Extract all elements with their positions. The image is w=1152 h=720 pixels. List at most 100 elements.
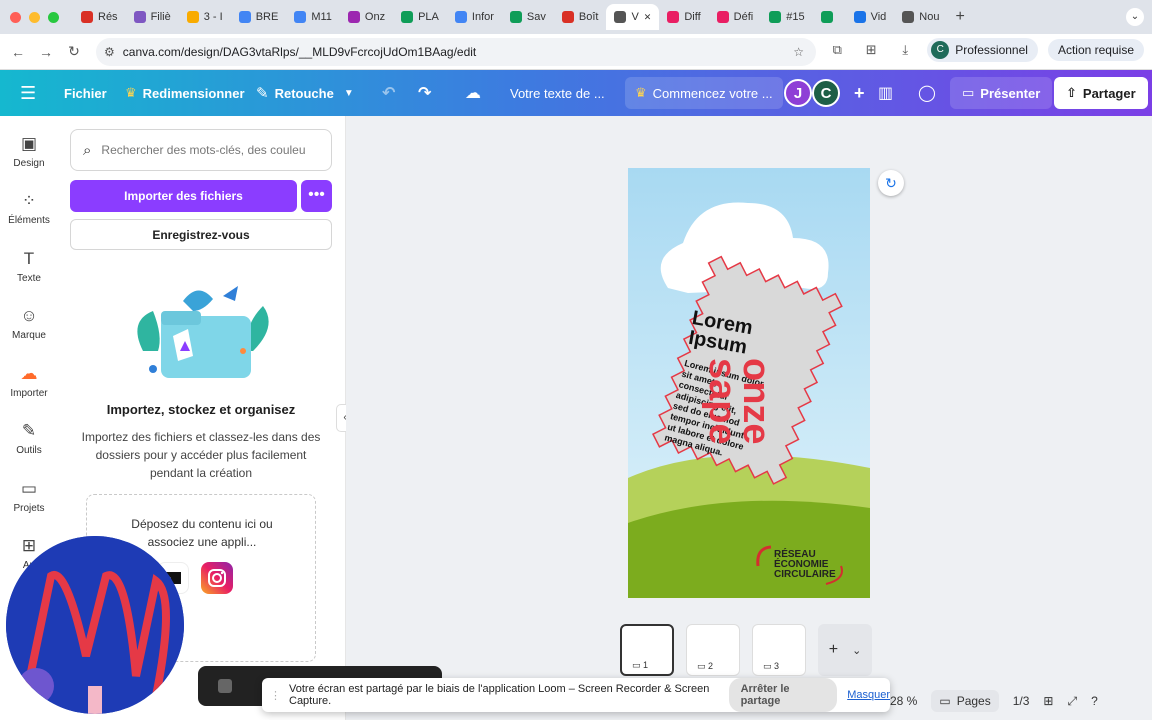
page-thumb-3[interactable]: ▭ 3 — [752, 624, 806, 676]
design-title-field[interactable]: Votre texte de ... — [510, 70, 605, 116]
stop-sharing-button[interactable]: Arrêter le partage — [728, 678, 838, 712]
fullscreen-icon[interactable]: ⤢ — [1067, 694, 1077, 709]
browser-tab[interactable]: Filiè — [126, 4, 179, 30]
browser-tab[interactable]: Nou — [894, 4, 947, 30]
page-thumb-2[interactable]: ▭ 2 — [686, 624, 740, 676]
design-icon: ▣ — [20, 134, 38, 153]
tab-favicon-icon — [614, 11, 627, 23]
browser-tab[interactable]: Vid — [846, 4, 895, 30]
tab-label: Vid — [870, 11, 887, 23]
browser-tab[interactable]: Rés — [73, 4, 126, 30]
maximize-window-button[interactable] — [48, 11, 59, 23]
back-arrow-icon[interactable]: ← — [4, 44, 32, 60]
browser-tab[interactable]: 3 - I — [179, 4, 231, 30]
panel-title: Importez, stockez et organisez — [106, 402, 296, 417]
tab-favicon-icon — [133, 11, 146, 23]
browser-tab[interactable]: Boît — [554, 4, 607, 30]
add-page-button[interactable]: + ⌄ — [818, 624, 872, 676]
tab-favicon-icon — [509, 11, 522, 23]
share-button[interactable]: ⇧ Partager — [1054, 77, 1148, 109]
sidebar-item-elements[interactable]: ⁘ Éléments — [0, 191, 58, 226]
comment-icon[interactable]: ◯ — [918, 70, 936, 116]
file-menu[interactable]: Fichier — [64, 70, 107, 116]
tab-label: BRE — [255, 11, 279, 23]
extensions-icon[interactable]: ⧉ — [825, 38, 849, 62]
browser-tab[interactable]: Infor — [447, 4, 502, 30]
new-tab-button[interactable]: + — [955, 8, 964, 26]
action-required-button[interactable]: Action requise — [1047, 39, 1144, 61]
browser-tab[interactable]: PLA — [393, 4, 447, 30]
browser-tab[interactable] — [813, 4, 846, 30]
present-screen-icon: ▭ — [962, 85, 975, 100]
sidebar-item-label: Projets — [13, 503, 45, 514]
address-bar-row: ← → ↻ ⚙ canva.com/design/DAG3vtaRlps/__M… — [0, 34, 1152, 70]
help-icon[interactable]: ? — [1091, 694, 1098, 708]
sidebar-item-label: Design — [13, 158, 45, 169]
screen-share-banner: ⋮ Votre écran est partagé par le biais d… — [262, 678, 890, 712]
browser-tab[interactable]: Sav — [502, 4, 554, 30]
share-message: Votre écran est partagé par le biais de … — [289, 683, 710, 707]
browser-tab[interactable]: Diff — [659, 4, 708, 30]
forward-arrow-icon[interactable]: → — [32, 44, 60, 60]
present-label: Présenter — [980, 85, 1041, 101]
sidebar-item-projects[interactable]: ▭ Projets — [0, 479, 58, 514]
resize-button[interactable]: ♛ Redimensionner — [125, 70, 245, 116]
site-settings-icon[interactable]: ⚙ — [104, 45, 115, 59]
page-thumb-1[interactable]: ▭ 1 — [620, 624, 674, 676]
browser-tab[interactable]: V ✕ — [606, 4, 660, 30]
grid-view-icon[interactable]: ⊞ — [1043, 694, 1053, 708]
tab-menu-chevron-icon[interactable]: ⌄ — [1126, 8, 1144, 26]
sidebar-item-label: Outils — [16, 445, 42, 456]
instagram-app-icon[interactable] — [201, 562, 233, 594]
design-page[interactable]: Lorem Ipsum Lorem ipsum dolor sit amet, co… — [628, 168, 870, 598]
bookmark-star-icon[interactable]: ☆ — [793, 45, 804, 59]
sidebar-item-text[interactable]: T Texte — [0, 249, 58, 284]
webcam-bubble[interactable] — [6, 536, 184, 714]
drag-handle-icon[interactable]: ⋮ — [270, 689, 281, 702]
hide-banner-link[interactable]: Masquer — [847, 689, 890, 701]
start-trial-button[interactable]: ♛ Commencez votre ... — [625, 77, 783, 109]
browser-tab[interactable]: Onz — [340, 4, 393, 30]
magic-refresh-icon[interactable]: ↻ — [878, 170, 904, 196]
plus-icon: + — [828, 641, 839, 658]
panel-description: Importez des fichiers et classez-les dan… — [81, 430, 321, 480]
search-input[interactable]: ⌕ Rechercher des mots-clés, des couleu — [70, 129, 332, 171]
minimize-window-button[interactable] — [29, 11, 40, 23]
sidebar-item-brand[interactable]: ☺ Marque — [0, 306, 58, 341]
reload-icon[interactable]: ↻ — [60, 43, 88, 60]
tab-favicon-icon — [902, 11, 915, 23]
sidebar-item-upload[interactable]: ☁ Importer — [0, 364, 58, 399]
analytics-icon[interactable]: ▥ — [878, 70, 893, 116]
chevron-down-icon[interactable]: ⌄ — [852, 644, 861, 657]
sidebar-item-tools[interactable]: ✎ Outils — [0, 421, 58, 456]
profile-chip[interactable]: C Professionnel — [927, 38, 1038, 62]
retouch-button[interactable]: ✎ Retouche ▼ — [256, 70, 354, 116]
import-files-button[interactable]: Importer des fichiers — [70, 180, 297, 212]
avatar-j[interactable]: J — [784, 79, 812, 107]
add-collaborator-icon[interactable]: + — [854, 83, 865, 104]
cloud-save-icon[interactable]: ☁ — [465, 70, 481, 116]
present-button[interactable]: ▭ Présenter — [950, 77, 1053, 109]
avatar-c[interactable]: C — [812, 79, 840, 107]
zoom-level[interactable]: 28 % — [890, 694, 917, 708]
apps-grid-icon[interactable]: ⊞ — [859, 38, 883, 62]
stop-recording-icon[interactable] — [218, 679, 232, 693]
close-tab-icon[interactable]: ✕ — [644, 12, 652, 23]
url-field[interactable]: ⚙ canva.com/design/DAG3vtaRlps/__MLD9vFc… — [96, 38, 816, 66]
browser-tab-bar: Rés Filiè 3 - I BRE M11 Onz PLA Infor Sav Boît V ✕ D… — [0, 0, 1152, 34]
redo-icon[interactable]: ↷ — [418, 70, 431, 116]
download-icon[interactable]: ⤓ — [893, 38, 917, 62]
undo-icon[interactable]: ↶ — [382, 70, 395, 116]
tab-favicon-icon — [716, 11, 729, 23]
register-button[interactable]: Enregistrez-vous — [70, 219, 332, 250]
sidebar-item-design[interactable]: ▣ Design — [0, 134, 58, 169]
webcam-video — [6, 536, 184, 714]
browser-tab[interactable]: #15 — [761, 4, 812, 30]
browser-tab[interactable]: M11 — [286, 4, 340, 30]
more-options-icon[interactable]: ••• — [301, 180, 332, 212]
browser-tab[interactable]: Défi — [709, 4, 762, 30]
pages-button[interactable]: ▭ Pages — [931, 690, 999, 712]
browser-tab[interactable]: BRE — [231, 4, 287, 30]
close-window-button[interactable] — [10, 11, 21, 23]
menu-hamburger-icon[interactable]: ☰ — [20, 70, 36, 116]
